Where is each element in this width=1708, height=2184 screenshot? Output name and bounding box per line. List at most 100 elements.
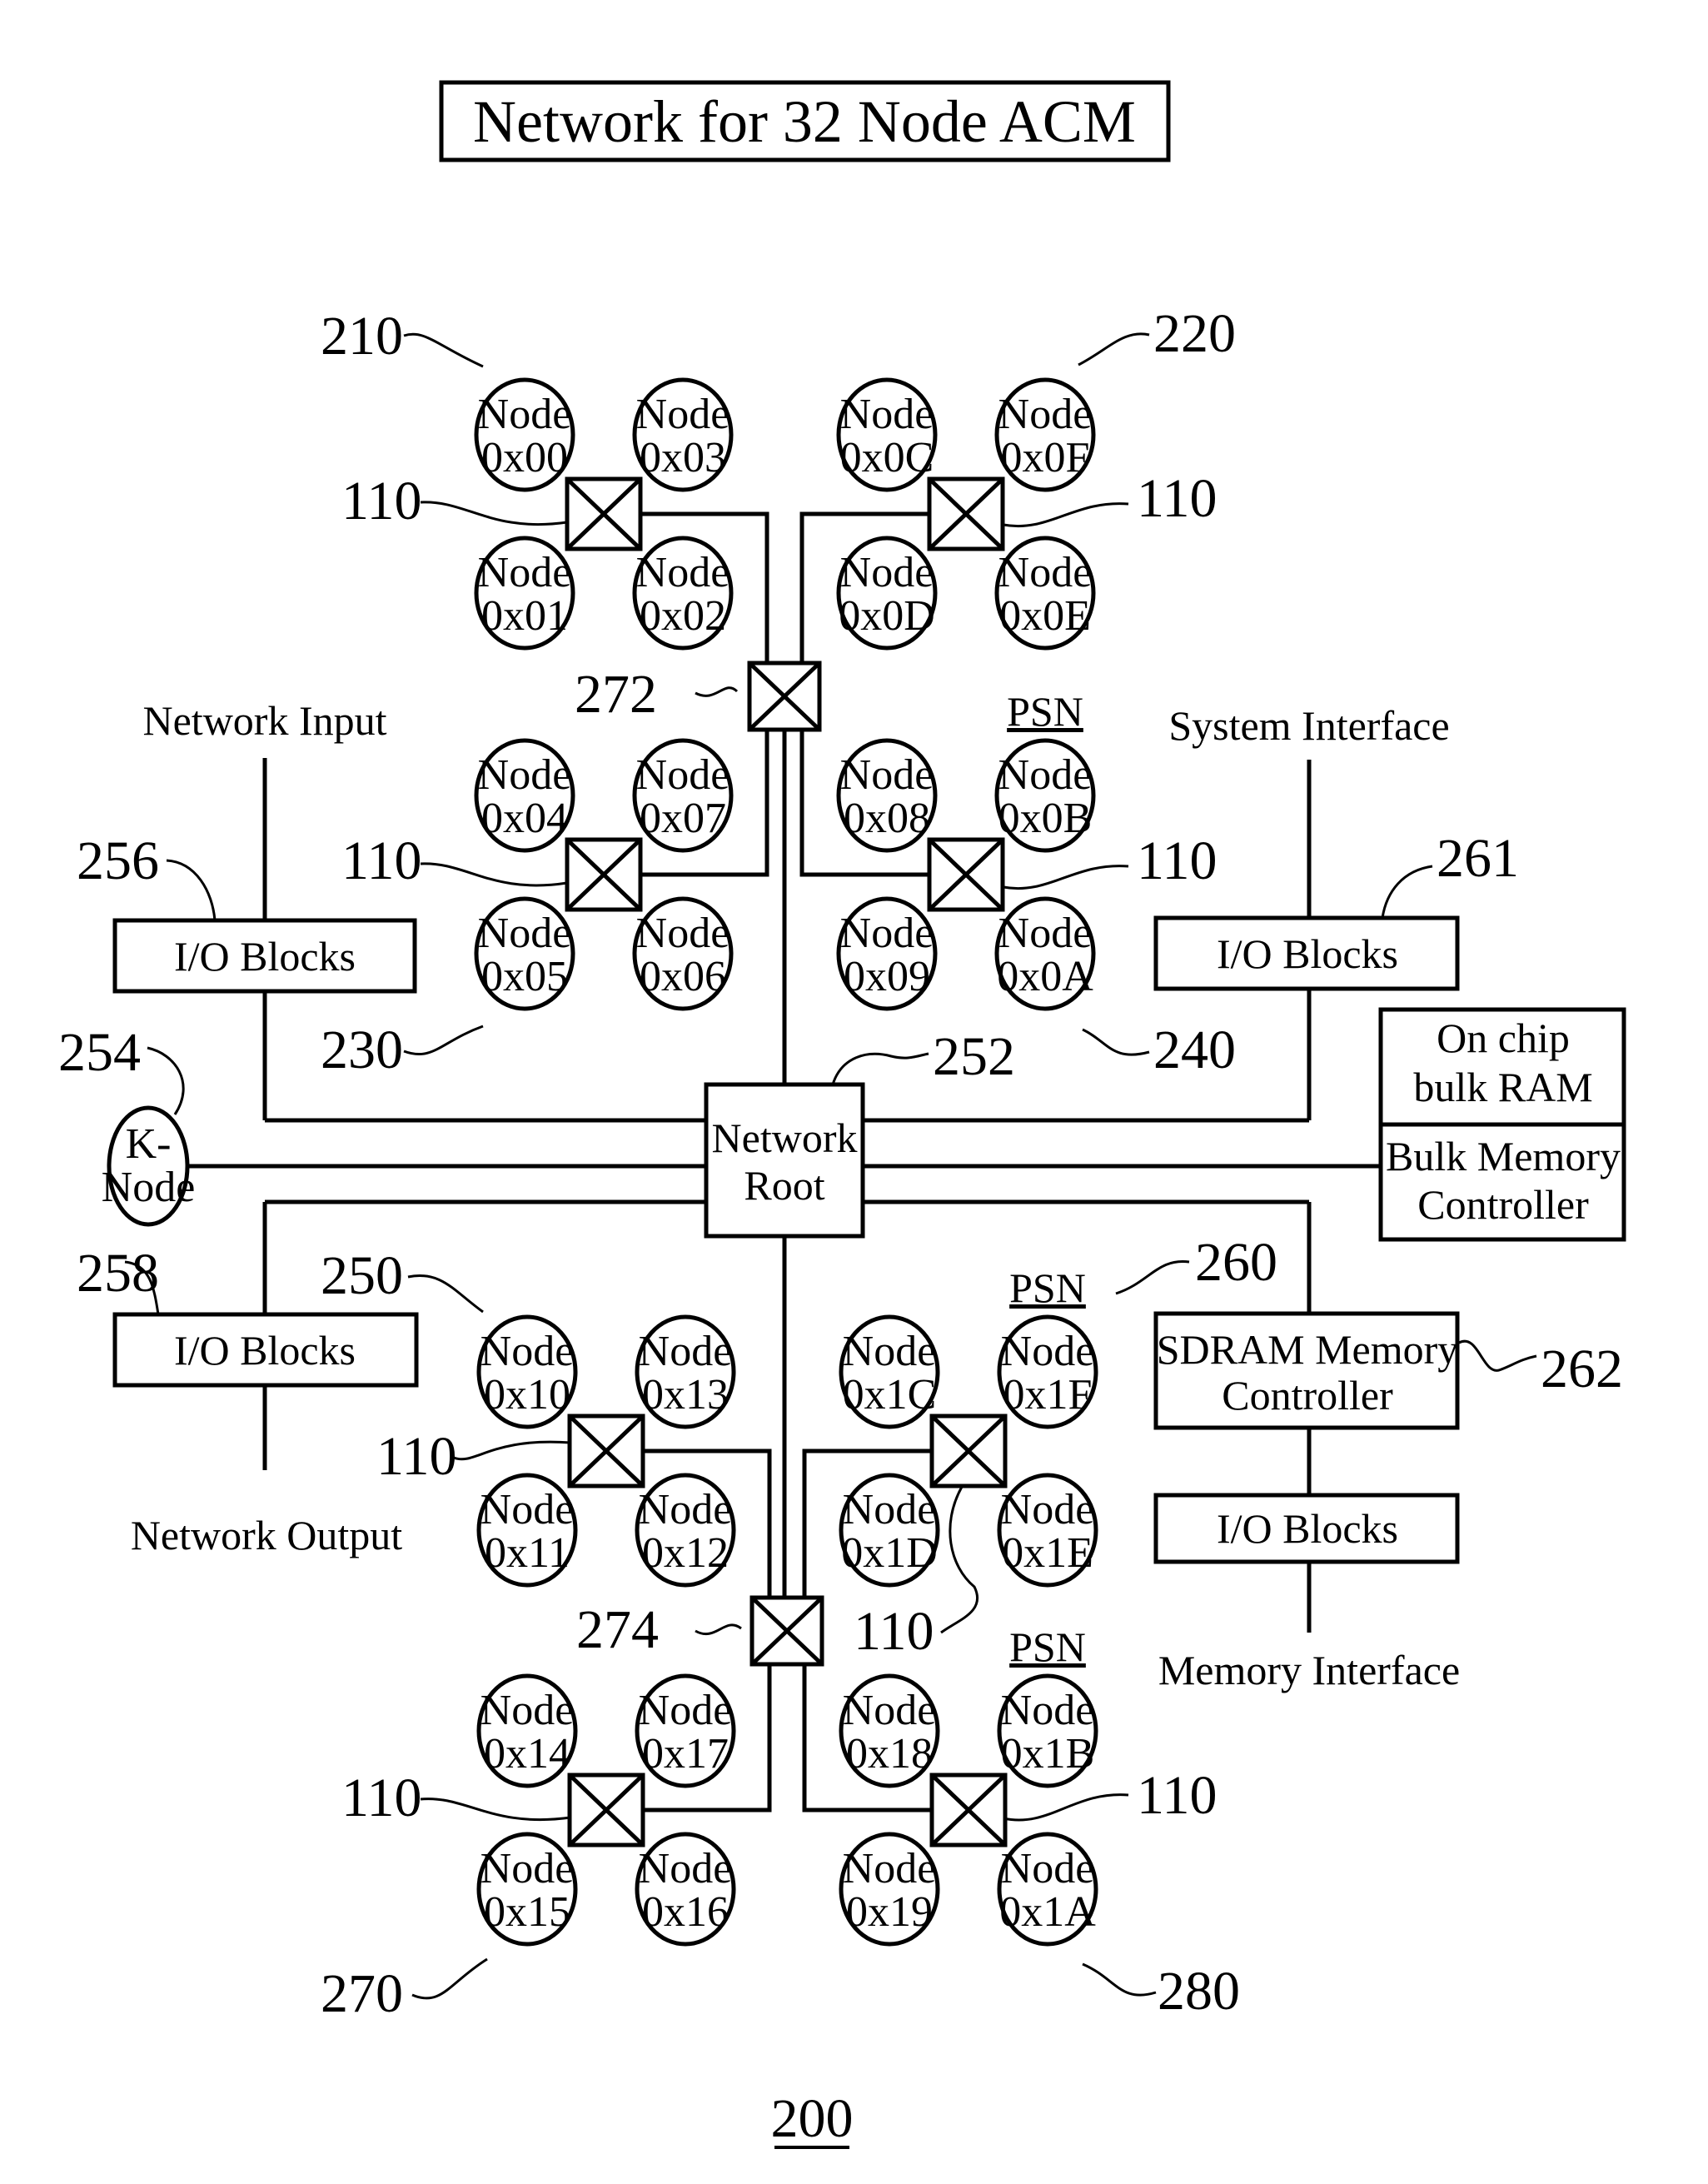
ref-254: 254 xyxy=(58,1022,141,1083)
hub-switch-272: 272 xyxy=(575,661,822,732)
node-word: Node xyxy=(840,751,934,799)
node-word: Node xyxy=(1001,1845,1095,1892)
ref-220: 220 xyxy=(1153,303,1236,364)
ref-110: 110 xyxy=(376,1426,457,1487)
ref-110: 110 xyxy=(1137,830,1218,891)
ref-110-leader xyxy=(420,501,568,526)
ref-110: 110 xyxy=(341,471,422,531)
node-word: Node xyxy=(636,910,730,957)
bulk-memory-controller-line1: Bulk Memory xyxy=(1386,1133,1621,1179)
bulk-ram-line2: bulk RAM xyxy=(1413,1064,1592,1110)
node-word: Node xyxy=(481,1687,575,1734)
k-node-line2: Node xyxy=(102,1164,196,1211)
node-id: 0x14 xyxy=(484,1730,570,1778)
ref-256: 256 xyxy=(77,830,159,891)
node-word: Node xyxy=(998,910,1093,957)
node-word: Node xyxy=(998,751,1093,799)
node-id: 0x0F xyxy=(1001,434,1090,481)
node-word: Node xyxy=(639,1687,733,1734)
node-0x1E: Node0x1E xyxy=(997,1473,1098,1588)
node-word: Node xyxy=(639,1486,733,1533)
node-0x03: Node0x03 xyxy=(632,377,734,492)
node-id: 0x07 xyxy=(640,795,726,842)
node-id: 0x1D xyxy=(841,1529,938,1577)
io-blocks-memory-interface: I/O Blocks Memory Interface xyxy=(1153,1428,1460,1693)
quadrant-230: Node0x04Node0x07Node0x05Node0x06230110 xyxy=(321,730,769,1080)
node-id: 0x1F xyxy=(1003,1371,1093,1419)
ref-110-leader xyxy=(940,1486,979,1634)
node-id: 0x12 xyxy=(642,1529,729,1577)
node-word: Node xyxy=(840,549,934,596)
node-0x04: Node0x04 xyxy=(474,738,575,853)
node-0x1B: Node0x1B xyxy=(997,1673,1098,1788)
psn-label: PSN xyxy=(1009,1264,1086,1311)
ref-230: 230 xyxy=(321,1020,403,1080)
network-root-line2: Root xyxy=(744,1162,824,1209)
quadrant-210: Node0x00Node0x03Node0x01Node0x02210110 xyxy=(321,306,769,663)
node-0x01: Node0x01 xyxy=(474,536,575,651)
node-0x11: Node0x11 xyxy=(476,1473,578,1588)
node-id: 0x04 xyxy=(481,795,568,842)
ref-252: 252 xyxy=(933,1026,1015,1087)
quadrant-260: Node0x1CNode0x1FNode0x1DNode0x1EPSN 26011… xyxy=(802,1232,1277,1662)
ref-110: 110 xyxy=(341,830,422,891)
node-0x0C: Node0x0C xyxy=(836,377,938,492)
node-0x09: Node0x09 xyxy=(836,896,938,1011)
node-0x0F: Node0x0F xyxy=(994,377,1096,492)
node-word: Node xyxy=(998,549,1093,596)
node-0x13: Node0x13 xyxy=(635,1314,736,1429)
node-id: 0x1B xyxy=(1001,1730,1095,1778)
ref-110-leader xyxy=(453,1440,571,1461)
network-diagram: Network for 32 Node ACM Node0x00Node0x03… xyxy=(58,80,1626,2149)
node-0x15: Node0x15 xyxy=(476,1832,578,1947)
node-word: Node xyxy=(1001,1486,1095,1533)
node-word: Node xyxy=(636,751,730,799)
node-id: 0x09 xyxy=(844,953,930,1000)
memory-interface-label: Memory Interface xyxy=(1158,1647,1460,1693)
node-word: Node xyxy=(636,391,730,438)
node-word: Node xyxy=(843,1328,937,1375)
node-word: Node xyxy=(639,1845,733,1892)
ref-arrow xyxy=(403,332,484,368)
node-0x1F: Node0x1F xyxy=(997,1314,1098,1429)
ref-260: 260 xyxy=(1195,1232,1277,1293)
k-node: K- Node 254 xyxy=(58,1022,196,1227)
network-input-label: Network Input xyxy=(143,697,387,744)
ref-110-leader xyxy=(420,862,568,887)
sdram-line1: SDRAM Memory xyxy=(1157,1326,1459,1373)
node-word: Node xyxy=(478,391,572,438)
node-word: Node xyxy=(639,1328,733,1375)
node-word: Node xyxy=(636,549,730,596)
io-blocks-label: I/O Blocks xyxy=(1217,1505,1398,1552)
node-id: 0x15 xyxy=(484,1888,570,1936)
network-root: Network Root 252 xyxy=(704,1026,1015,1239)
node-0x08: Node0x08 xyxy=(836,738,938,853)
title-text: Network for 32 Node ACM xyxy=(473,88,1136,155)
ref-270: 270 xyxy=(321,1963,403,2024)
node-id: 0x03 xyxy=(640,434,726,481)
node-0x1C: Node0x1C xyxy=(839,1314,940,1429)
node-0x10: Node0x10 xyxy=(476,1314,578,1429)
figure-number-text: 200 xyxy=(771,2088,854,2149)
node-0x06: Node0x06 xyxy=(632,896,734,1011)
node-0x0A: Node0x0A xyxy=(994,896,1096,1011)
node-id: 0x1C xyxy=(843,1371,937,1419)
node-word: Node xyxy=(478,549,572,596)
node-id: 0x13 xyxy=(642,1371,729,1419)
node-id: 0x00 xyxy=(481,434,568,481)
node-word: Node xyxy=(840,391,934,438)
ref-258: 258 xyxy=(77,1243,159,1304)
ref-110: 110 xyxy=(1137,1765,1218,1826)
psn-label: PSN xyxy=(1007,688,1083,735)
ref-240: 240 xyxy=(1153,1020,1236,1080)
node-0x17: Node0x17 xyxy=(635,1673,736,1788)
ref-arrow xyxy=(1078,332,1150,366)
node-0x07: Node0x07 xyxy=(632,738,734,853)
ref-arrow xyxy=(1082,1962,1157,1997)
node-word: Node xyxy=(478,910,572,957)
figure-number: 200 xyxy=(771,2088,854,2149)
node-id: 0x0E xyxy=(999,592,1091,640)
ref-210: 210 xyxy=(321,306,403,366)
node-word: Node xyxy=(843,1845,937,1892)
node-0x14: Node0x14 xyxy=(476,1673,578,1788)
